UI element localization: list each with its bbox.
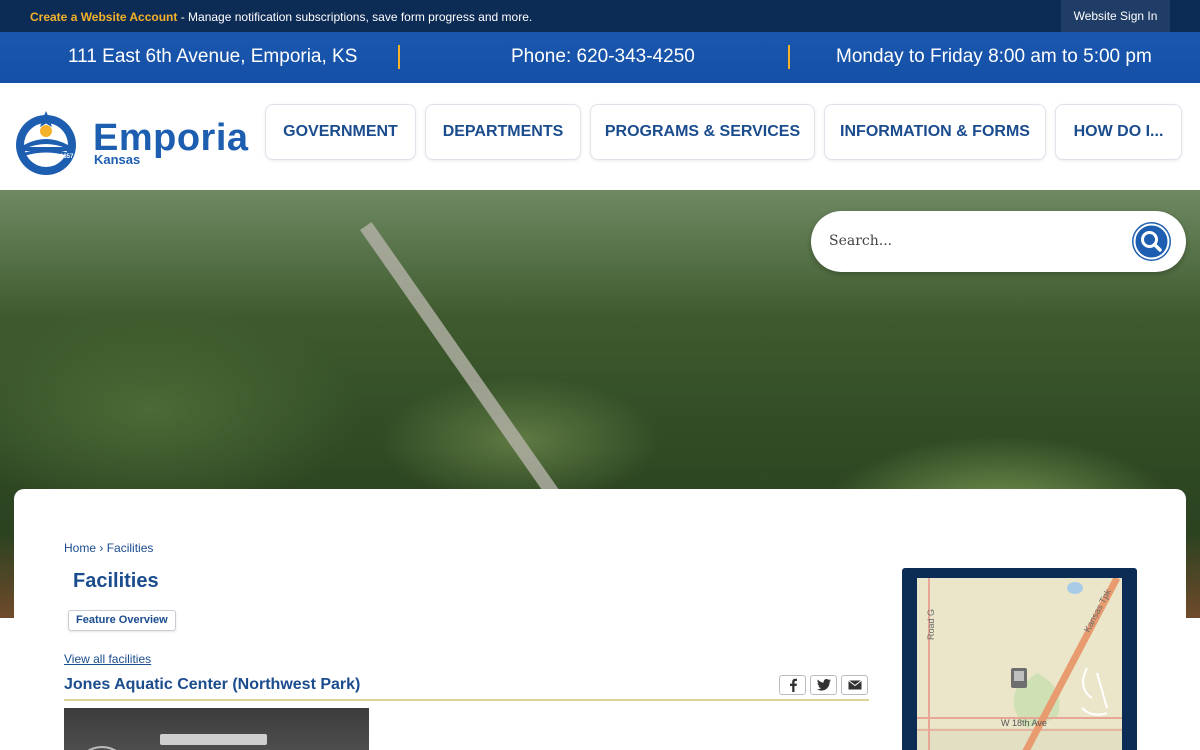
search-box [811,211,1186,272]
seal-year: 1857 [60,154,74,160]
share-facebook-button[interactable] [779,675,806,695]
contact-divider [398,45,400,69]
city-seal-icon: 1857 [16,111,76,175]
share-email-button[interactable] [841,675,868,695]
photo-detail [78,746,126,750]
breadcrumb-current[interactable]: Facilities [107,541,154,555]
breadcrumb: Home › Facilities [64,541,153,555]
nav-information-forms[interactable]: INFORMATION & FORMS [824,104,1046,160]
search-input[interactable] [829,229,1129,253]
breadcrumb-separator: › [99,541,104,555]
content-card: Home › Facilities Facilities Feature Ove… [14,489,1186,750]
facility-title: Jones Aquatic Center (Northwest Park) [64,676,361,693]
create-account-link[interactable]: Create a Website Account [30,10,177,24]
logo-state: Kansas [94,152,141,167]
map-canvas[interactable]: Road G Kansas Tpk W 18th Ave [917,578,1122,750]
twitter-icon [816,679,831,691]
page-title: Facilities [73,570,159,592]
phone-text[interactable]: Phone: 620-343-4250 [511,46,695,68]
nav-government[interactable]: GOVERNMENT [265,104,416,160]
nav-how-do-i[interactable]: HOW DO I... [1055,104,1182,160]
notification-text: - Manage notification subscriptions, sav… [177,10,533,24]
map-label-street: W 18th Ave [1001,718,1047,728]
share-twitter-button[interactable] [810,675,837,695]
facebook-icon [789,678,797,692]
view-all-facilities-link[interactable]: View all facilities [64,652,151,666]
emporia-logo[interactable]: 1857 Emporia Kansas [14,109,254,179]
photo-detail [160,734,267,745]
nav-programs-services[interactable]: PROGRAMS & SERVICES [590,104,815,160]
map-label-road-g: Road G [926,609,936,640]
address-text: 111 East 6th Avenue, Emporia, KS [68,46,358,67]
contact-divider [788,45,790,69]
feature-overview-button[interactable]: Feature Overview [68,610,176,631]
map-graphic: Road G Kansas Tpk W 18th Ave [917,578,1122,750]
facility-map[interactable]: Road G Kansas Tpk W 18th Ave [902,568,1137,750]
search-button[interactable] [1132,222,1171,261]
site-header: 1857 Emporia Kansas GOVERNMENT DEPARTMEN… [0,83,1200,190]
search-icon [1133,223,1170,260]
title-underline [64,699,869,701]
website-sign-in-button[interactable]: Website Sign In [1061,0,1170,32]
hours-text: Monday to Friday 8:00 am to 5:00 pm [836,46,1152,67]
contact-bar: 111 East 6th Avenue, Emporia, KS Phone: … [0,32,1200,83]
email-icon [847,680,862,690]
notification-bar: Create a Website Account - Manage notifi… [0,0,1200,32]
breadcrumb-home[interactable]: Home [64,541,96,555]
nav-departments[interactable]: DEPARTMENTS [425,104,581,160]
notification-message: Create a Website Account - Manage notifi… [30,10,532,24]
facility-photo[interactable] [64,708,369,750]
